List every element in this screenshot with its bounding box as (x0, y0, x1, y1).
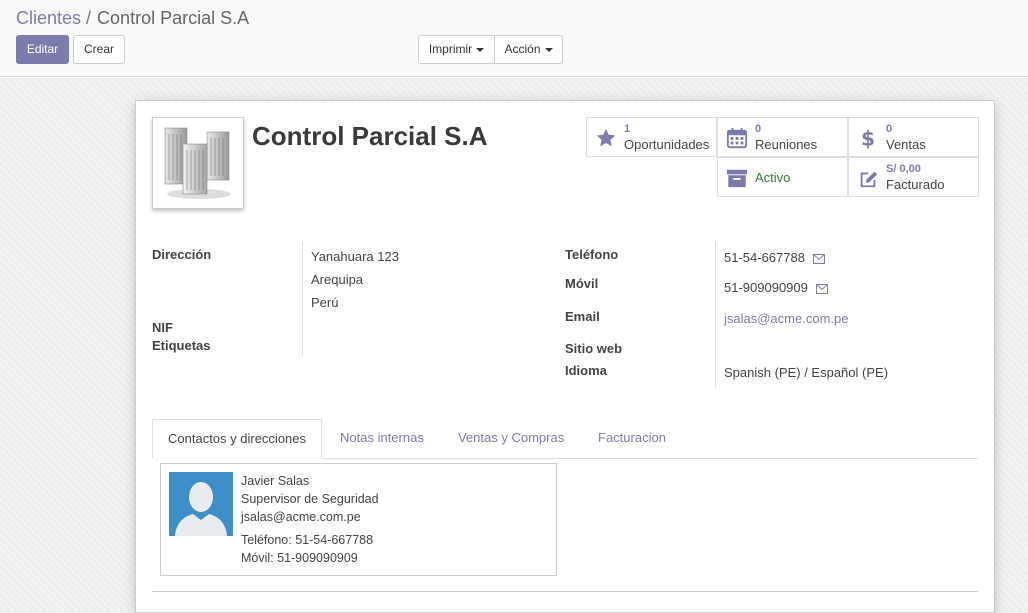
mobile-label: Móvil (565, 276, 599, 291)
invoiced-label: Facturado (886, 177, 945, 192)
field-divider (302, 242, 303, 356)
meetings-button[interactable]: 0 Reuniones (717, 117, 848, 157)
breadcrumb-separator: / (86, 8, 92, 28)
language-value: Spanish (PE) / Español (PE) (724, 365, 889, 380)
active-label: Activo (755, 170, 791, 185)
opportunities-button[interactable]: 1 Oportunidades (586, 117, 717, 157)
create-button[interactable]: Crear (73, 35, 125, 64)
breadcrumb-current: Control Parcial S.A (97, 8, 250, 28)
tags-label: Etiquetas (152, 338, 211, 353)
caret-down-icon (544, 47, 553, 52)
phone-number: 51-54-667788 (724, 250, 805, 265)
email-label: Email (565, 309, 600, 324)
edit-button[interactable]: Editar (16, 35, 69, 64)
contact-name: Javier Salas (241, 474, 310, 488)
envelope-icon[interactable] (812, 253, 825, 264)
action-label: Acción (504, 42, 541, 56)
contact-card[interactable]: Javier Salas Supervisor de Seguridad jsa… (160, 463, 557, 576)
address-city: Arequipa (311, 272, 364, 287)
contact-email-link[interactable]: jsalas@acme.com.pe (241, 510, 361, 524)
buildings-icon (164, 127, 231, 199)
sales-button[interactable]: $ 0 Ventas (848, 117, 979, 157)
print-dropdown-button[interactable]: Imprimir (418, 35, 495, 64)
notebook-tabs: Contactos y direcciones Notas internas V… (152, 419, 978, 459)
breadcrumb-clients-link[interactable]: Clientes (16, 8, 81, 28)
contact-phone: Teléfono: 51-54-667788 (241, 533, 374, 547)
tab-internal-notes[interactable]: Notas internas (340, 419, 424, 459)
form-sheet: Control Parcial S.A 1 Oportunidades 0 Re… (135, 100, 995, 613)
pencil-square-icon (860, 171, 878, 188)
tab-invoicing[interactable]: Facturacion (598, 419, 666, 459)
meetings-label: Reuniones (755, 137, 818, 152)
print-label: Imprimir (428, 42, 473, 56)
address-street: Yanahuara 123 (311, 249, 399, 264)
person-placeholder-icon (175, 482, 227, 536)
email-link[interactable]: jsalas@acme.com.pe (724, 311, 848, 326)
tab-sales-purchases[interactable]: Ventas y Compras (458, 419, 564, 459)
website-label: Sitio web (565, 341, 623, 356)
opportunities-count: 1 (624, 123, 631, 135)
address-label: Dirección (152, 247, 212, 262)
envelope-icon[interactable] (815, 283, 828, 294)
partner-name: Control Parcial S.A (252, 121, 488, 151)
sales-count: 0 (886, 123, 893, 135)
calendar-icon (726, 127, 748, 149)
contact-mobile: Móvil: 51-909090909 (241, 551, 358, 565)
invoiced-amount: S/ 0,00 (886, 163, 921, 175)
active-toggle-button[interactable]: Activo (717, 157, 848, 197)
phone-label: Teléfono (565, 247, 619, 262)
svg-text:$: $ (861, 126, 875, 150)
nif-label: NIF (152, 320, 173, 335)
field-divider (715, 242, 716, 388)
address-country: Perú (311, 295, 339, 310)
invoiced-button[interactable]: S/ 0,00 Facturado (848, 157, 979, 197)
meetings-count: 0 (755, 123, 762, 135)
control-panel: Clientes / Control Parcial S.A Editar Crea… (0, 0, 1028, 77)
section-divider (152, 591, 978, 592)
action-dropdown-button[interactable]: Acción (494, 35, 563, 64)
phone-value: 51-54-667788 (724, 250, 825, 265)
sales-label: Ventas (886, 137, 926, 152)
caret-down-icon (476, 47, 485, 52)
contact-avatar (169, 472, 233, 536)
company-logo-image[interactable] (152, 117, 244, 209)
mobile-number: 51-909090909 (724, 280, 808, 295)
breadcrumb: Clientes / Control Parcial S.A (16, 8, 249, 29)
language-label: Idioma (565, 363, 607, 378)
star-icon (596, 128, 616, 147)
contact-job-title: Supervisor de Seguridad (241, 492, 379, 506)
dollar-icon: $ (861, 126, 875, 150)
mobile-value: 51-909090909 (724, 280, 828, 295)
tab-contacts-addresses[interactable]: Contactos y direcciones (152, 419, 322, 459)
archive-icon (726, 169, 748, 188)
opportunities-label: Oportunidades (624, 137, 710, 152)
